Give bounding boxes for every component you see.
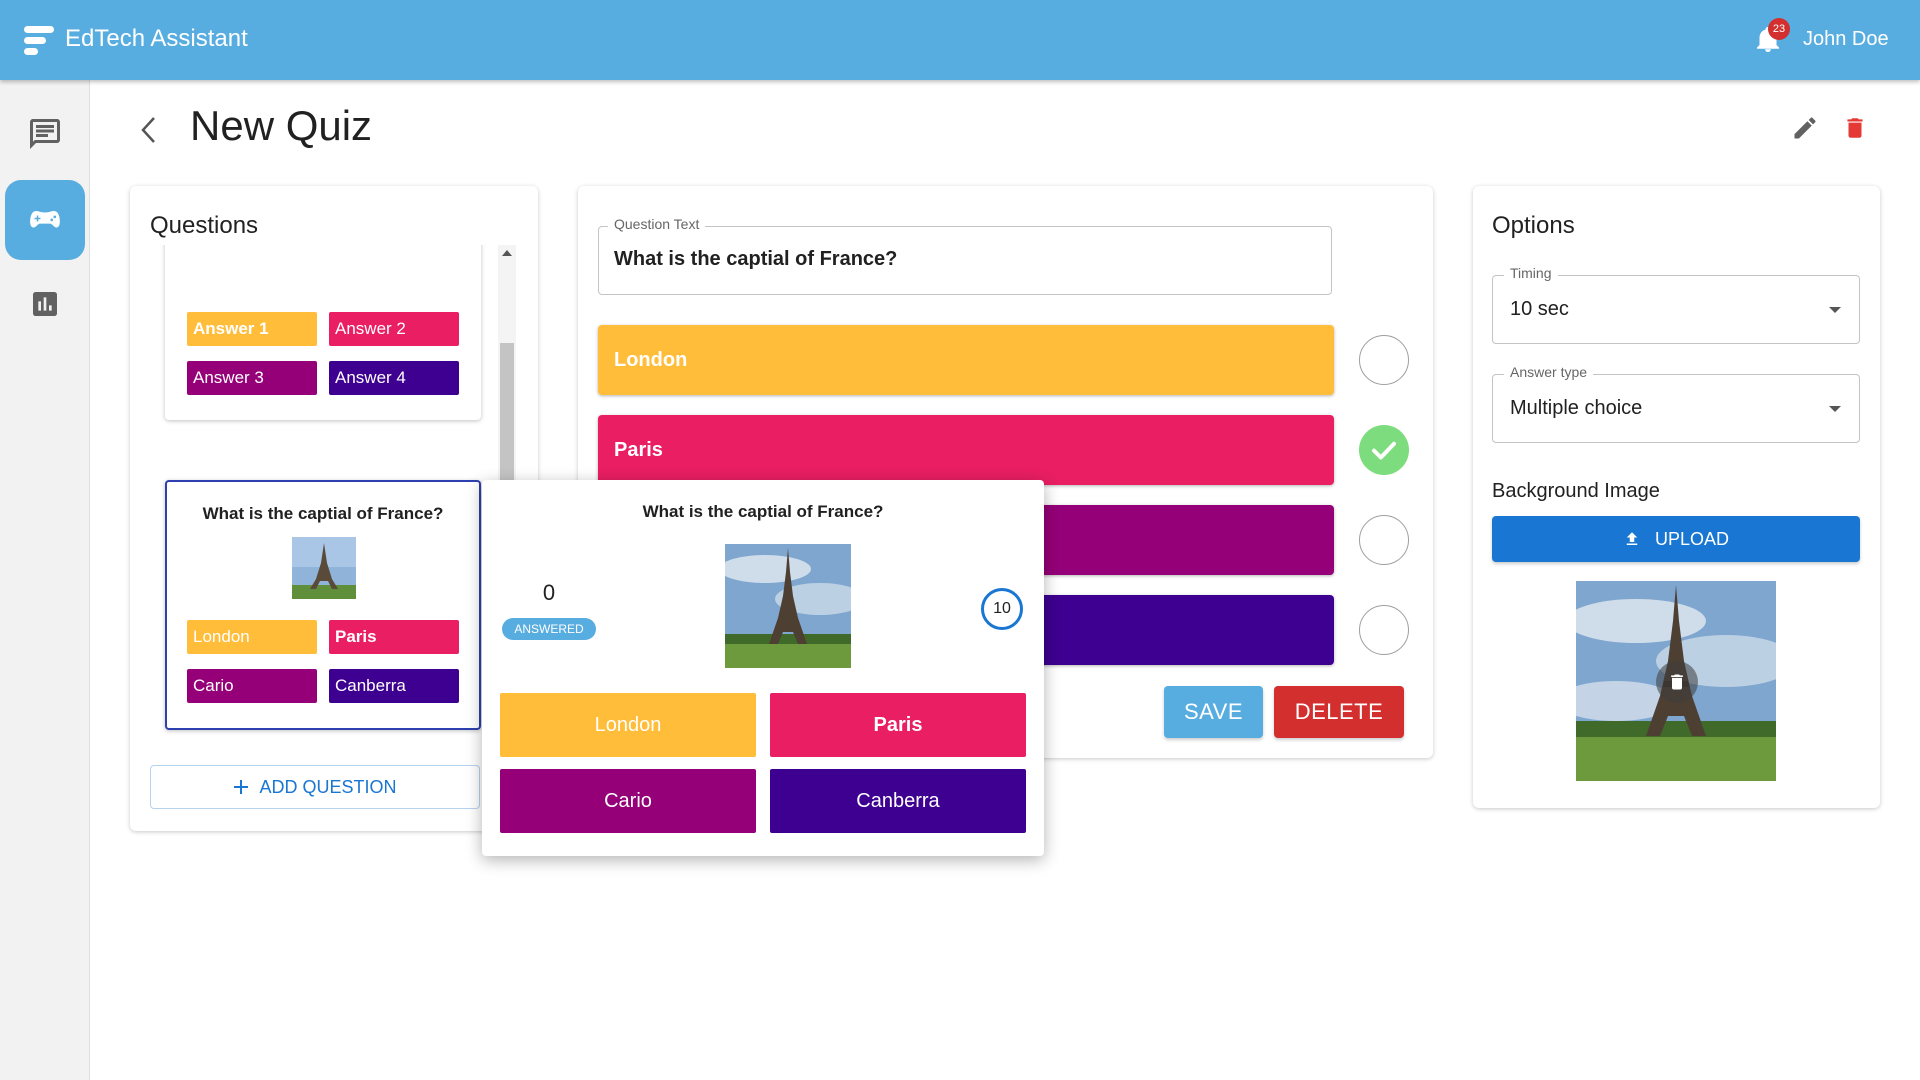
timing-value: 10 sec	[1510, 298, 1569, 320]
mini-answer-2: Answer 2	[329, 312, 459, 346]
answer-input-1[interactable]: London	[598, 325, 1334, 395]
page-title: New Quiz	[190, 102, 373, 149]
add-question-label: ADD QUESTION	[259, 776, 397, 797]
mini-answer-1: Answer 1	[187, 312, 317, 346]
preview-answer-3[interactable]: Cario	[500, 769, 756, 833]
mini-answer-3: Cario	[187, 669, 317, 703]
scroll-up-arrow-icon[interactable]	[502, 250, 512, 256]
timing-label: Timing	[1504, 265, 1558, 281]
question-list: Answer 1 Answer 2 Answer 3 Answer 4 What…	[150, 245, 520, 755]
preview-image	[725, 544, 851, 668]
sidebar-item-games[interactable]	[5, 180, 85, 260]
preview-answer-4[interactable]: Canberra	[770, 769, 1026, 833]
question-card[interactable]: Answer 1 Answer 2 Answer 3 Answer 4	[165, 245, 481, 420]
gamepad-icon	[30, 211, 60, 228]
answer-input-2[interactable]: Paris	[598, 415, 1334, 485]
bar-chart-icon	[33, 292, 57, 316]
chat-icon	[30, 119, 60, 149]
notification-count-badge: 23	[1768, 18, 1790, 40]
trash-icon	[1671, 674, 1683, 690]
add-question-button[interactable]: ADD QUESTION	[150, 765, 480, 809]
correct-toggle-1[interactable]	[1359, 335, 1409, 385]
background-image-label: Background Image	[1492, 480, 1660, 502]
mini-answer-4: Answer 4	[329, 361, 459, 395]
preview-question-text: What is the captial of France?	[642, 502, 884, 521]
question-card-selected[interactable]: What is the captial of France? London Pa…	[165, 480, 481, 730]
options-title: Options	[1492, 212, 1575, 239]
answer-type-dropdown-arrow-icon[interactable]	[1829, 406, 1841, 412]
correct-toggle-4[interactable]	[1359, 605, 1409, 655]
questions-title: Questions	[150, 212, 259, 239]
back-arrow-icon[interactable]	[134, 113, 162, 147]
answer-type-value: Multiple choice	[1510, 397, 1643, 419]
mini-answer-1: London	[187, 620, 317, 654]
edit-pencil-icon[interactable]	[1791, 114, 1819, 142]
question-thumbnail-image	[292, 537, 356, 599]
answered-count: 0	[542, 580, 556, 605]
remove-image-button[interactable]	[1656, 661, 1698, 703]
question-card-text: What is the captial of France?	[202, 504, 444, 523]
timing-dropdown-arrow-icon[interactable]	[1829, 307, 1841, 313]
sidebar	[0, 80, 90, 1080]
app-title: EdTech Assistant	[65, 25, 248, 52]
user-name[interactable]: John Doe	[1803, 28, 1889, 51]
question-text-value: What is the captial of France?	[614, 248, 898, 270]
countdown-timer: 10	[981, 588, 1023, 630]
upload-button[interactable]: UPLOAD	[1492, 516, 1860, 562]
sidebar-item-stats[interactable]	[5, 264, 85, 344]
question-preview-popup: What is the captial of France? 0 ANSWERE…	[482, 480, 1044, 856]
mini-answer-4: Canberra	[329, 669, 459, 703]
app-bar: EdTech Assistant 23 John Doe	[0, 0, 1920, 80]
scrollbar-thumb[interactable]	[500, 343, 514, 485]
correct-toggle-2-checked[interactable]	[1359, 425, 1409, 475]
correct-toggle-3[interactable]	[1359, 515, 1409, 565]
mini-answer-3: Answer 3	[187, 361, 317, 395]
upload-label: UPLOAD	[1654, 528, 1730, 549]
answer-type-label: Answer type	[1504, 364, 1594, 380]
preview-answer-1[interactable]: London	[500, 693, 756, 757]
preview-answer-2[interactable]: Paris	[770, 693, 1026, 757]
delete-button[interactable]: DELETE	[1274, 686, 1404, 738]
answered-label: ANSWERED	[502, 618, 596, 640]
mini-answer-2: Paris	[329, 620, 459, 654]
sidebar-item-chat[interactable]	[5, 94, 85, 174]
question-text-label: Question Text	[608, 216, 706, 232]
upload-icon	[1626, 532, 1638, 545]
check-icon	[1372, 441, 1396, 460]
background-image-preview	[1576, 581, 1776, 781]
save-button[interactable]: SAVE	[1164, 686, 1263, 738]
app-logo-icon	[24, 26, 54, 56]
plus-icon	[234, 780, 249, 794]
delete-quiz-icon[interactable]	[1842, 114, 1868, 142]
